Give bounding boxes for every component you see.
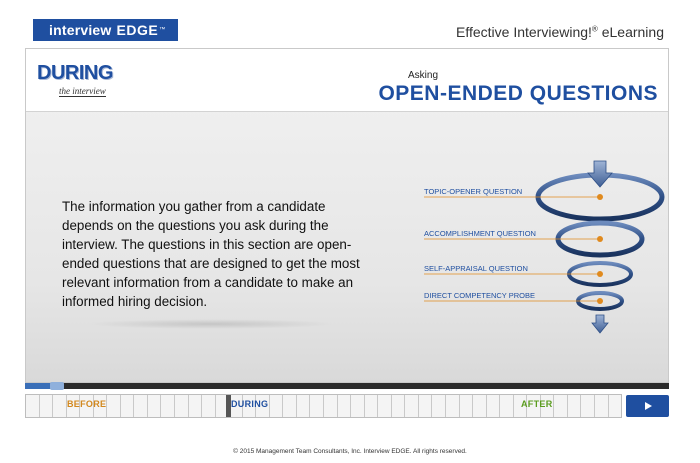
diagram-label-2: ACCOMPLISHMENT QUESTION	[424, 229, 536, 238]
brand-logo: interview EDGE ™	[33, 19, 178, 41]
text-shadow-decoration	[86, 319, 336, 329]
diagram-label-3: SELF-APPRAISAL QUESTION	[424, 264, 528, 273]
nav-cell[interactable]	[378, 395, 392, 417]
body-paragraph: The information you gather from a candid…	[62, 199, 360, 309]
topic-kicker: Asking	[408, 70, 439, 81]
nav-cell[interactable]	[40, 395, 54, 417]
nav-cell[interactable]	[121, 395, 135, 417]
nav-cell[interactable]	[365, 395, 379, 417]
nav-cell[interactable]	[161, 395, 176, 417]
question-funnel-diagram: TOPIC-OPENER QUESTION ACCOMPLISHMENT QUE…	[424, 160, 665, 334]
marker-dot-1	[597, 194, 603, 200]
nav-cell[interactable]	[581, 395, 595, 417]
nav-cell[interactable]	[460, 395, 474, 417]
nav-cell[interactable]	[310, 395, 325, 417]
copyright-footer: © 2015 Management Team Consultants, Inc.…	[233, 448, 467, 455]
nav-label-before[interactable]: BEFORE	[67, 399, 106, 409]
nav-cell[interactable]	[568, 395, 582, 417]
progress-handle[interactable]	[50, 382, 64, 390]
marker-dot-2	[597, 236, 603, 242]
nav-cell[interactable]	[148, 395, 162, 417]
product-title: Effective Interviewing!® eLearning	[456, 24, 664, 40]
nav-cell[interactable]	[324, 395, 338, 417]
diagram-label-1: TOPIC-OPENER QUESTION	[424, 187, 522, 196]
nav-cell[interactable]	[134, 395, 148, 417]
nav-cell[interactable]	[432, 395, 446, 417]
marker-dot-3	[597, 271, 603, 277]
nav-cell[interactable]	[175, 395, 189, 417]
nav-cell[interactable]	[609, 395, 622, 417]
nav-cell[interactable]	[500, 395, 514, 417]
nav-cell[interactable]	[297, 395, 311, 417]
section-title: DURING	[37, 62, 113, 84]
nav-label-after[interactable]: AFTER	[521, 399, 553, 409]
nav-cell[interactable]	[338, 395, 352, 417]
play-triangle-icon	[644, 402, 652, 410]
diagram-label-4: DIRECT COMPETENCY PROBE	[424, 291, 535, 300]
nav-cell[interactable]	[419, 395, 433, 417]
marker-dot-4	[597, 298, 603, 304]
nav-cell[interactable]	[351, 395, 365, 417]
nav-cell[interactable]	[26, 395, 40, 417]
down-arrow-top-icon	[587, 160, 613, 188]
nav-cell[interactable]	[554, 395, 568, 417]
brand-part1: interview	[49, 22, 112, 38]
nav-cell[interactable]	[270, 395, 284, 417]
product-name: Effective Interviewing!	[456, 24, 592, 40]
nav-cell[interactable]	[405, 395, 419, 417]
nav-cell[interactable]	[283, 395, 297, 417]
down-arrow-bottom-icon	[591, 314, 609, 334]
nav-cell[interactable]	[53, 395, 67, 417]
nav-cell[interactable]	[487, 395, 501, 417]
progress-bar[interactable]	[25, 382, 669, 390]
nav-cell[interactable]	[189, 395, 203, 417]
next-button[interactable]	[626, 395, 669, 417]
nav-cell[interactable]	[473, 395, 487, 417]
brand-part2: EDGE	[116, 22, 159, 38]
nav-cell[interactable]	[595, 395, 609, 417]
product-suffix: eLearning	[597, 24, 664, 40]
nav-label-during[interactable]: DURING	[231, 399, 268, 409]
slide-header: DURING the interview Asking OPEN-ENDED Q…	[26, 49, 668, 112]
nav-cell[interactable]	[202, 395, 216, 417]
nav-cell[interactable]	[107, 395, 121, 417]
brand-trademark: ™	[159, 27, 166, 33]
slide-stage: DURING the interview Asking OPEN-ENDED Q…	[25, 48, 669, 383]
nav-cell[interactable]	[392, 395, 406, 417]
topic-title: OPEN-ENDED QUESTIONS	[378, 82, 658, 105]
nav-cell[interactable]	[446, 395, 460, 417]
section-subtitle: the interview	[59, 86, 106, 97]
